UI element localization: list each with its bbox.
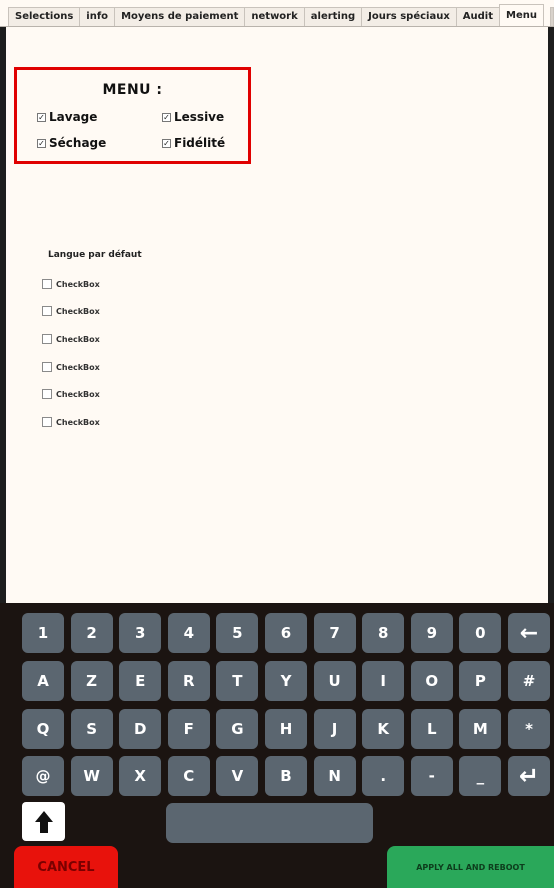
checkbox-unchecked-icon[interactable]	[42, 279, 52, 289]
tab-jours-speciaux[interactable]: Jours spéciaux	[361, 7, 456, 26]
checkbox-checked-icon[interactable]: ✓	[37, 112, 46, 122]
checkbox-fidelite[interactable]: ✓ Fidélité	[162, 136, 225, 150]
checkbox-lavage[interactable]: ✓ Lavage	[37, 110, 97, 124]
key-q[interactable]: Q	[22, 709, 64, 749]
checkbox-label: Fidélité	[174, 136, 226, 150]
tab-network[interactable]: network	[244, 7, 304, 26]
key-y[interactable]: Y	[265, 661, 307, 701]
checkbox-label: Séchage	[49, 136, 107, 150]
key-4[interactable]: 4	[167, 613, 210, 653]
key-3[interactable]: 3	[119, 613, 162, 653]
period-key[interactable]: .	[362, 756, 405, 796]
up-arrow-icon	[34, 810, 53, 833]
tab-scroll-arrows[interactable]	[550, 7, 554, 26]
key-l[interactable]: L	[410, 709, 453, 749]
key-h[interactable]: H	[265, 709, 307, 749]
language-option-label: CheckBox	[56, 417, 100, 427]
language-option[interactable]: CheckBox	[42, 306, 100, 316]
language-option-label: CheckBox	[56, 389, 100, 399]
backspace-key[interactable]: ←	[508, 613, 550, 653]
checkbox-label: Lavage	[49, 110, 98, 124]
at-key[interactable]: @	[22, 756, 64, 796]
menu-options-group: MENU : ✓ Lavage ✓ Lessive ✓ Séchage ✓ Fi…	[14, 67, 251, 164]
checkbox-label: Lessive	[174, 110, 225, 124]
tab-menu[interactable]: Menu	[499, 4, 544, 26]
on-screen-keyboard: CANCEL APPLY ALL AND REBOOT 1 2 3 4 5 6 7 8 9 0 ← A…	[0, 603, 554, 888]
key-m[interactable]: M	[459, 709, 502, 749]
key-s[interactable]: S	[70, 709, 113, 749]
enter-key[interactable]: ↵	[508, 756, 550, 796]
language-option[interactable]: CheckBox	[42, 279, 100, 289]
key-b[interactable]: B	[265, 756, 307, 796]
tab-alerting[interactable]: alerting	[303, 7, 362, 26]
key-p[interactable]: P	[459, 661, 502, 701]
checkbox-unchecked-icon[interactable]	[42, 417, 52, 427]
language-option[interactable]: CheckBox	[42, 417, 100, 427]
key-n[interactable]: N	[313, 756, 356, 796]
key-e[interactable]: E	[119, 661, 162, 701]
menu-title: MENU :	[102, 82, 163, 98]
checkbox-unchecked-icon[interactable]	[42, 334, 52, 344]
tab-info[interactable]: info	[79, 7, 115, 26]
key-8[interactable]: 8	[362, 613, 405, 653]
key-z[interactable]: Z	[70, 661, 113, 701]
language-option-label: CheckBox	[56, 362, 100, 372]
cancel-button[interactable]: CANCEL	[14, 846, 118, 888]
checkbox-sechage[interactable]: ✓ Séchage	[37, 136, 106, 150]
asterisk-key[interactable]: *	[508, 709, 550, 749]
tab-bar: Selections info Moyens de paiement netwo…	[0, 0, 554, 27]
language-option-label: CheckBox	[56, 306, 100, 316]
language-option-label: CheckBox	[56, 279, 100, 289]
key-7[interactable]: 7	[313, 613, 356, 653]
hash-key[interactable]: #	[508, 661, 550, 701]
key-k[interactable]: K	[362, 709, 405, 749]
key-f[interactable]: F	[167, 709, 210, 749]
key-6[interactable]: 6	[265, 613, 307, 653]
key-x[interactable]: X	[119, 756, 162, 796]
checkbox-unchecked-icon[interactable]	[42, 389, 52, 399]
tab-moyens-de-paiement[interactable]: Moyens de paiement	[114, 7, 245, 26]
key-o[interactable]: O	[410, 661, 453, 701]
tab-audit[interactable]: Audit	[455, 7, 500, 26]
underscore-key[interactable]: _	[459, 756, 502, 796]
checkbox-unchecked-icon[interactable]	[42, 306, 52, 316]
shift-key[interactable]	[22, 802, 65, 841]
key-c[interactable]: C	[167, 756, 210, 796]
checkbox-checked-icon[interactable]: ✓	[162, 138, 171, 148]
language-option[interactable]: CheckBox	[42, 362, 100, 372]
key-r[interactable]: R	[167, 661, 210, 701]
tab-selections[interactable]: Selections	[8, 7, 80, 26]
key-t[interactable]: T	[216, 661, 259, 701]
checkbox-unchecked-icon[interactable]	[42, 362, 52, 372]
key-0[interactable]: 0	[459, 613, 502, 653]
space-key[interactable]	[166, 803, 373, 843]
checkbox-lessive[interactable]: ✓ Lessive	[162, 110, 224, 124]
key-9[interactable]: 9	[410, 613, 453, 653]
language-option-label: CheckBox	[56, 334, 100, 344]
key-2[interactable]: 2	[70, 613, 113, 653]
key-g[interactable]: G	[216, 709, 259, 749]
language-option[interactable]: CheckBox	[42, 389, 100, 399]
default-language-label: Langue par défaut	[48, 250, 142, 260]
key-1[interactable]: 1	[22, 613, 64, 653]
key-j[interactable]: J	[313, 709, 356, 749]
apply-all-and-reboot-button[interactable]: APPLY ALL AND REBOOT	[387, 846, 554, 888]
key-d[interactable]: D	[119, 709, 162, 749]
language-option[interactable]: CheckBox	[42, 334, 100, 344]
key-i[interactable]: I	[362, 661, 405, 701]
menu-settings-panel: MENU : ✓ Lavage ✓ Lessive ✓ Séchage ✓ Fi…	[0, 27, 554, 603]
dash-key[interactable]: -	[410, 756, 453, 796]
checkbox-checked-icon[interactable]: ✓	[37, 138, 46, 148]
key-w[interactable]: W	[70, 756, 113, 796]
key-v[interactable]: V	[216, 756, 259, 796]
key-5[interactable]: 5	[216, 613, 259, 653]
key-u[interactable]: U	[313, 661, 356, 701]
checkbox-checked-icon[interactable]: ✓	[162, 112, 171, 122]
key-a[interactable]: A	[22, 661, 64, 701]
